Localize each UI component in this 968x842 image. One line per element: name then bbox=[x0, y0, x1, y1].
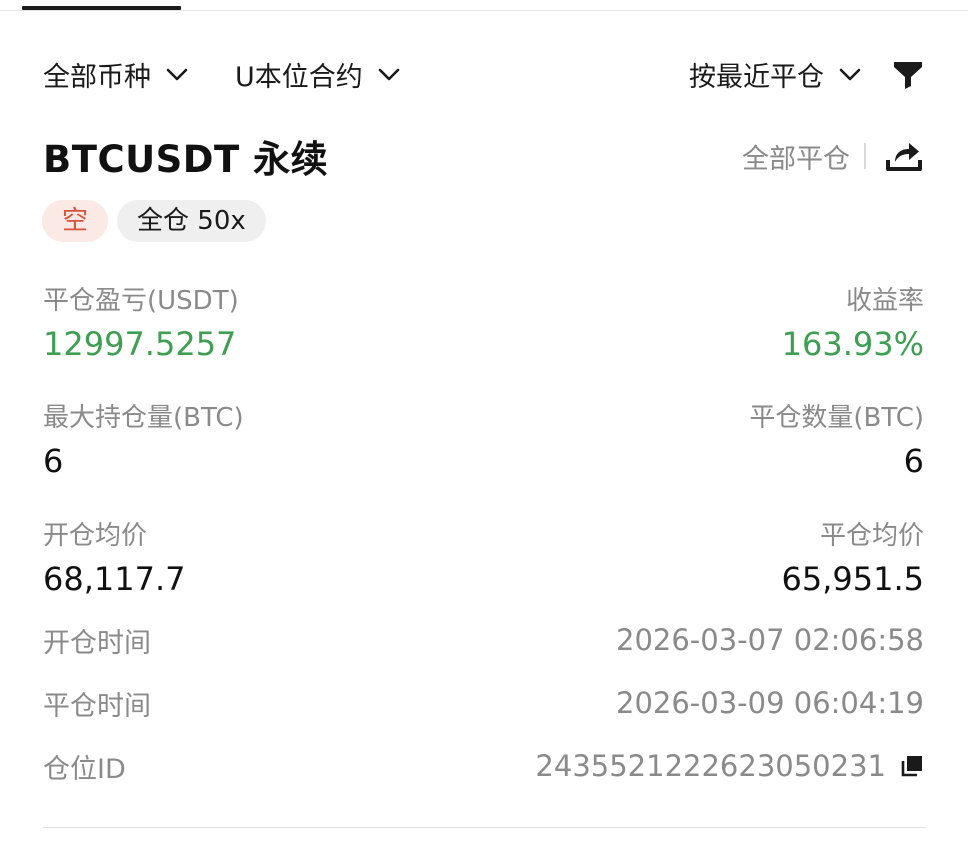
position-id: 243552122262305023​1 bbox=[535, 749, 924, 783]
roi-label: 收益率 bbox=[845, 286, 924, 316]
copy-icon[interactable] bbox=[900, 754, 924, 778]
filter-bar: 全部币种 U本位合约 按最近平仓 bbox=[43, 52, 924, 96]
price-row: 开仓均价 68,117.7 平仓均价 65,951.5 bbox=[43, 515, 924, 598]
active-tab-indicator bbox=[22, 6, 181, 10]
pnl-label: 平仓盈亏(USDT) bbox=[43, 286, 239, 316]
chevron-down-icon bbox=[839, 68, 861, 81]
closed-quantity: 平仓数量(BTC) 6 bbox=[749, 397, 924, 480]
close-all-button[interactable]: 全部平仓 bbox=[742, 137, 850, 176]
close-time-row: 平仓时间 2026-03-09 06:04:19 bbox=[43, 681, 924, 725]
max-position-value: 6 bbox=[43, 442, 64, 480]
contract-type-dropdown[interactable]: U本位合约 bbox=[235, 55, 401, 94]
coin-filter-label: 全部币种 bbox=[43, 61, 151, 93]
closed-qty-value: 6 bbox=[903, 442, 924, 480]
coin-filter-dropdown[interactable]: 全部币种 bbox=[43, 55, 189, 94]
sort-dropdown[interactable]: 按最近平仓 bbox=[689, 55, 862, 94]
pnl-value: 12997.5257 bbox=[43, 325, 237, 363]
margin-mode-badge: 全仓 50x bbox=[117, 200, 266, 242]
header-separator bbox=[864, 143, 866, 169]
funnel-icon[interactable] bbox=[892, 58, 924, 90]
share-icon[interactable] bbox=[884, 136, 924, 176]
closed-qty-label: 平仓数量(BTC) bbox=[749, 403, 924, 433]
exit-price: 平仓均价 65,951.5 bbox=[782, 515, 925, 598]
contract-type-label: U本位合约 bbox=[235, 61, 363, 93]
top-divider bbox=[0, 10, 968, 11]
max-position-label: 最大持仓量(BTC) bbox=[43, 403, 244, 433]
quantity-row: 最大持仓量(BTC) 6 平仓数量(BTC) 6 bbox=[43, 397, 924, 480]
chevron-down-icon bbox=[378, 68, 400, 81]
chevron-down-icon bbox=[166, 68, 188, 81]
entry-price-label: 开仓均价 bbox=[43, 521, 148, 551]
position-badges: 空 全仓 50x bbox=[42, 200, 266, 242]
sort-label: 按最近平仓 bbox=[689, 61, 824, 93]
close-time-value: 2026-03-09 06:04:19 bbox=[616, 686, 924, 720]
bottom-divider bbox=[43, 827, 926, 828]
exit-price-value: 65,951.5 bbox=[781, 560, 925, 598]
open-time-row: 开仓时间 2026-03-07 02:06:58 bbox=[43, 618, 924, 662]
position-id-value: 243552122262305023​1 bbox=[535, 749, 886, 783]
max-position: 最大持仓量(BTC) 6 bbox=[43, 397, 244, 480]
roi-value: 163.93% bbox=[781, 325, 924, 363]
roi: 收益率 163.93% bbox=[782, 280, 924, 363]
position-id-label: 仓位ID bbox=[43, 753, 126, 785]
position-id-row: 仓位ID 243552122262305023​1 bbox=[43, 744, 924, 788]
open-time-value: 2026-03-07 02:06:58 bbox=[616, 623, 924, 657]
exit-price-label: 平仓均价 bbox=[819, 521, 924, 551]
entry-price: 开仓均价 68,117.7 bbox=[43, 515, 186, 598]
open-time-label: 开仓时间 bbox=[43, 627, 151, 659]
position-header: BTCUSDT 永续 全部平仓 bbox=[43, 131, 924, 181]
position-symbol: BTCUSDT 永续 bbox=[43, 138, 329, 181]
entry-price-value: 68,117.7 bbox=[43, 560, 186, 598]
side-badge: 空 bbox=[42, 200, 109, 242]
close-time-label: 平仓时间 bbox=[43, 690, 151, 722]
pnl-row: 平仓盈亏(USDT) 12997.5257 收益率 163.93% bbox=[43, 280, 924, 363]
realized-pnl: 平仓盈亏(USDT) 12997.5257 bbox=[43, 280, 239, 363]
